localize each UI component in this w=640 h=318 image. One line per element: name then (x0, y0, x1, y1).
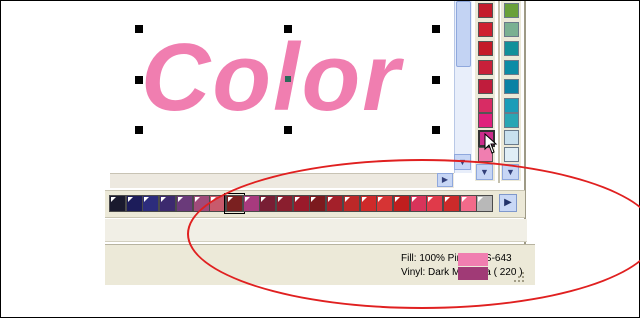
palette-swatch[interactable] (478, 22, 493, 37)
color-swatch[interactable] (142, 195, 160, 212)
selection-handle-top-middle[interactable] (284, 25, 292, 33)
selection-handle-middle-right[interactable] (432, 76, 440, 84)
palette-swatch[interactable] (478, 41, 493, 56)
palette-swatch[interactable] (504, 79, 519, 94)
color-swatch[interactable] (109, 195, 126, 212)
palette-swatch[interactable] (478, 79, 493, 94)
annotation-highlight-ellipse (187, 159, 640, 309)
palette-swatch[interactable] (504, 22, 519, 37)
palette-swatch[interactable] (478, 113, 493, 128)
palette-column-cool: ▼ (501, 1, 521, 181)
selection-handle-top-left[interactable] (135, 25, 143, 33)
palette-divider (498, 1, 500, 183)
palette-swatch[interactable] (504, 130, 519, 145)
mouse-pointer-icon (484, 133, 498, 154)
color-swatch[interactable] (125, 195, 143, 212)
color-swatch[interactable] (159, 195, 177, 212)
selection-center-marker[interactable] (285, 76, 291, 82)
palette-swatch[interactable] (478, 3, 493, 18)
screenshot-frame: Color ▼ ▶ ▼ ▼ ▶ Fill: 100% Pink GCS-643 … (0, 0, 640, 318)
palette-swatch[interactable] (504, 3, 519, 18)
palette-swatch[interactable] (478, 60, 493, 75)
palette-swatch[interactable] (504, 98, 519, 113)
selection-handle-top-right[interactable] (432, 25, 440, 33)
color-swatch[interactable] (175, 195, 193, 212)
selection-handle-bottom-right[interactable] (432, 126, 440, 134)
palette-swatch[interactable] (504, 147, 519, 162)
palette-swatch[interactable] (504, 41, 519, 56)
canvas-vertical-scroll-thumb[interactable] (456, 1, 471, 67)
palette-swatch[interactable] (504, 113, 519, 128)
selection-handle-bottom-left[interactable] (135, 126, 143, 134)
selection-handle-bottom-middle[interactable] (284, 126, 292, 134)
palette-swatch[interactable] (504, 60, 519, 75)
selection-handle-middle-left[interactable] (135, 76, 143, 84)
design-text-color[interactable]: Color (141, 23, 402, 133)
palette-swatch[interactable] (478, 98, 493, 113)
